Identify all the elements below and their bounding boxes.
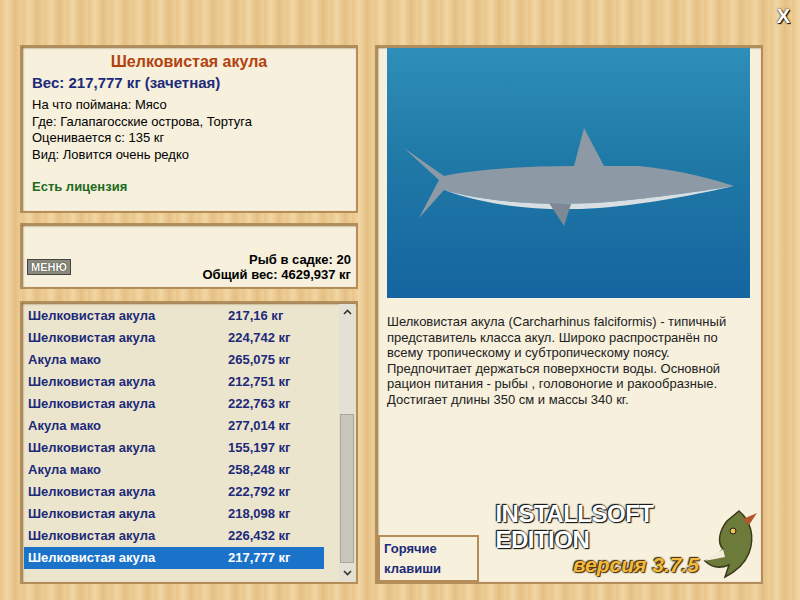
fish-title: Шелковистая акула [32,51,346,73]
catch-row[interactable]: Акула мако277,014 кг [24,415,324,437]
hotkeys-button[interactable]: Горячие клавиши [378,535,479,582]
catch-row[interactable]: Шелковистая акула217,777 кг [24,547,324,569]
pike-icon [699,509,759,579]
fish-name: Шелковистая акула [28,438,228,458]
keepnet-panel: МЕНЮ Рыб в садке: 20 Общий вес: 4629,937… [20,223,358,289]
fish-weight: Вес: 217,777 кг (зачетная) [32,73,346,93]
catch-row[interactable]: Шелковистая акула222,763 кг [24,393,324,415]
fish-name: Шелковистая акула [28,306,228,326]
logo-version: версия 3.7.5 [573,553,699,577]
fish-name: Шелковистая акула [28,504,228,524]
fish-name: Шелковистая акула [28,482,228,502]
fish-weight: 265,075 кг [228,350,320,370]
scroll-down-icon[interactable] [339,565,355,581]
fish-count: Рыб в садке: 20 [249,252,351,267]
fish-weight: 277,014 кг [228,416,320,436]
fish-name: Акула мако [28,350,228,370]
fish-name: Акула мако [28,460,228,480]
license-status: Есть лицензия [32,177,346,197]
fish-weight: 226,432 кг [228,526,320,546]
fish-weight: 217,777 кг [228,548,320,568]
fish-weight: 218,098 кг [228,504,320,524]
fish-name: Шелковистая акула [28,394,228,414]
catch-row[interactable]: Шелковистая акула155,197 кг [24,437,324,459]
fish-weight: 155,197 кг [228,438,320,458]
scroll-up-icon[interactable] [339,304,355,320]
shark-icon [399,108,739,238]
close-button[interactable]: X [777,6,790,26]
fish-info-panel: Шелковистая акула Вес: 217,777 кг (зачет… [20,45,358,213]
fish-weight: 222,763 кг [228,394,320,414]
fish-name: Шелковистая акула [28,372,228,392]
logo-title: INSTALLSOFT EDITION [495,501,699,553]
catch-row[interactable]: Шелковистая акула222,792 кг [24,481,324,503]
catch-row[interactable]: Шелковистая акула212,751 кг [24,371,324,393]
catch-row[interactable]: Шелковистая акула217,16 кг [24,305,324,327]
fish-weight: 217,16 кг [228,306,320,326]
fish-photo [387,48,750,298]
fish-weight: 212,751 кг [228,372,320,392]
total-weight: Общий вес: 4629,937 кг [202,267,351,282]
fish-name: Шелковистая акула [28,526,228,546]
catch-row[interactable]: Акула мако258,248 кг [24,459,324,481]
fish-weight: 222,792 кг [228,482,320,502]
description-text: Шелковистая акула (Carcharhinus falcifor… [377,314,761,407]
fish-description-panel: Шелковистая акула (Carcharhinus falcifor… [375,45,763,584]
scroll-thumb[interactable] [340,414,354,563]
catch-row[interactable]: Шелковистая акула226,432 кг [24,525,324,547]
fish-detail: Оценивается с: 135 кг [32,130,346,147]
catch-list[interactable]: Шелковистая акула217,16 кгШелковистая ак… [20,301,358,584]
fish-detail: На что поймана: Мясо [32,97,346,114]
fish-detail: Где: Галапагосские острова, Тортуга [32,114,346,131]
catch-row[interactable]: Шелковистая акула224,742 кг [24,327,324,349]
scrollbar[interactable] [339,304,355,581]
catch-row[interactable]: Акула мако265,075 кг [24,349,324,371]
logo: INSTALLSOFT EDITION версия 3.7.5 [495,501,699,577]
catch-row[interactable]: Шелковистая акула218,098 кг [24,503,324,525]
fish-detail: Вид: Ловится очень редко [32,147,346,164]
menu-button[interactable]: МЕНЮ [27,259,71,275]
fish-name: Шелковистая акула [28,548,228,568]
fish-name: Шелковистая акула [28,328,228,348]
fish-name: Акула мако [28,416,228,436]
fish-weight: 224,742 кг [228,328,320,348]
fish-weight: 258,248 кг [228,460,320,480]
